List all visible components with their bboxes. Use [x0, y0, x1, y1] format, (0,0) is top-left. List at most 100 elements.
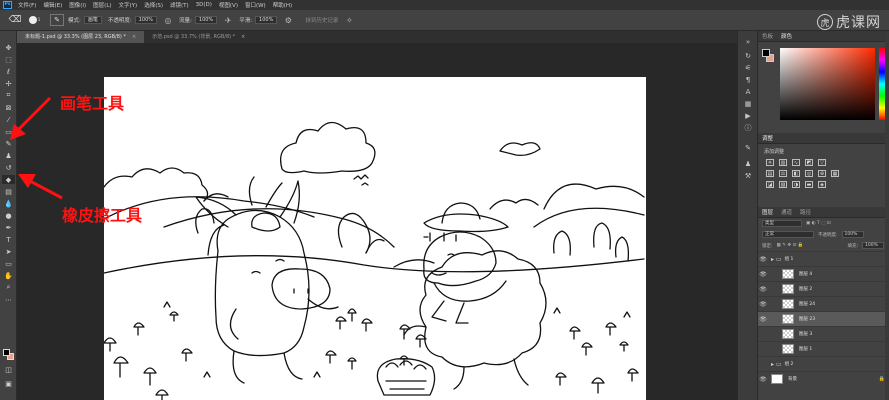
panel-scrollbar[interactable]	[885, 31, 889, 400]
lock-icons[interactable]: ▦ ✎ ✥ ⊡ 🔒	[777, 243, 804, 248]
menu-layer[interactable]: 图层(L)	[93, 1, 111, 9]
folder-icon[interactable]: ▸ ▭	[771, 256, 782, 263]
layer-row[interactable]: 👁 图层 24	[758, 296, 889, 311]
quick-select-tool-icon[interactable]: ✢	[2, 79, 15, 88]
tab-document-2[interactable]: 示范.psd @ 33.7% (背景, RGB/8) * ×	[144, 31, 253, 43]
menu-help[interactable]: 帮助(H)	[273, 1, 292, 9]
history-panel-icon[interactable]: ↻	[742, 51, 754, 60]
actions-panel-icon[interactable]: ▶	[742, 111, 754, 120]
foreground-color-swatch[interactable]	[762, 49, 770, 57]
selective-color-icon[interactable]: ◈	[818, 181, 826, 188]
brush-preset-picker[interactable]: 1	[26, 13, 46, 27]
layer-row[interactable]: 👁 ▸ ▭ 组 1	[758, 251, 889, 266]
marquee-tool-icon[interactable]: ⬚	[2, 55, 15, 64]
mode-select[interactable]: 画笔	[83, 16, 102, 24]
more-tools-icon[interactable]: ⋯	[2, 295, 15, 304]
lasso-tool-icon[interactable]: ℓ	[2, 67, 15, 76]
menu-edit[interactable]: 编辑(E)	[43, 1, 62, 9]
menu-window[interactable]: 窗口(W)	[245, 1, 266, 9]
color-balance-icon[interactable]: ⚖	[779, 170, 787, 177]
color-lookup-icon[interactable]: ▦	[831, 170, 839, 177]
info-panel-icon[interactable]: ⓘ	[742, 123, 754, 132]
hue-saturation-icon[interactable]: ▤	[766, 170, 774, 177]
layer-row[interactable]: 👁 图层 4	[758, 266, 889, 281]
screen-mode-icon[interactable]: ▣	[2, 379, 15, 388]
smoothing-input[interactable]: 100%	[255, 16, 278, 24]
character-panel-icon[interactable]: A	[742, 87, 754, 96]
close-icon[interactable]: ×	[132, 31, 136, 43]
menu-view[interactable]: 视图(V)	[219, 1, 238, 9]
move-tool-icon[interactable]: ✥	[2, 43, 15, 52]
levels-icon[interactable]: ▥	[779, 159, 787, 166]
tab-channels[interactable]: 通道	[781, 208, 792, 216]
menu-type[interactable]: 文字(Y)	[119, 1, 138, 9]
visibility-eye-icon[interactable]: 👁	[758, 271, 768, 278]
menu-filter[interactable]: 滤镜(T)	[170, 1, 189, 9]
path-select-tool-icon[interactable]: ➤	[2, 247, 15, 256]
menu-file[interactable]: 文件(F)	[18, 1, 36, 9]
paragraph-panel-icon[interactable]: ¶	[742, 75, 754, 84]
gradient-tool-icon[interactable]: ▤	[2, 187, 15, 196]
layer-row[interactable]: 图层 1	[758, 341, 889, 356]
exposure-icon[interactable]: ◩	[805, 159, 813, 166]
visibility-eye-icon[interactable]: 👁	[758, 376, 768, 383]
layer-fill-input[interactable]: 100%	[862, 242, 884, 249]
brightness-icon[interactable]: ☀	[766, 159, 774, 166]
vibrance-icon[interactable]: ▽	[818, 159, 826, 166]
visibility-eye-icon[interactable]: 👁	[758, 256, 768, 263]
clone-source-panel-icon[interactable]: ♟	[742, 159, 754, 168]
tab-paths[interactable]: 路径	[800, 208, 811, 216]
layer-row[interactable]: 👁 背景 🔒	[758, 371, 889, 386]
layer-row[interactable]: 👁 图层 23	[758, 311, 889, 326]
posterize-icon[interactable]: ▨	[779, 181, 787, 188]
collapse-panels-icon[interactable]: »	[742, 37, 754, 46]
menu-3d[interactable]: 3D(D)	[196, 2, 212, 8]
erase-to-history-option[interactable]: 抹到历史记录	[305, 16, 338, 24]
dodge-tool-icon[interactable]: ●	[2, 211, 15, 220]
brush-settings-panel-icon[interactable]: ✎	[742, 143, 754, 152]
menu-image[interactable]: 图像(I)	[69, 1, 86, 9]
black-white-icon[interactable]: ◧	[792, 170, 800, 177]
color-picker-field[interactable]	[780, 48, 875, 120]
pressure-opacity-icon[interactable]: ◎	[163, 15, 173, 25]
visibility-eye-icon[interactable]: 👁	[758, 316, 768, 323]
properties-panel-icon[interactable]: ⚟	[742, 63, 754, 72]
eraser-tool-icon[interactable]: ◆	[2, 175, 15, 184]
color-swatches[interactable]	[762, 49, 774, 63]
folder-icon[interactable]: ▸ ▭	[771, 361, 782, 368]
brush-settings-icon[interactable]: ✎	[50, 14, 64, 26]
visibility-eye-icon[interactable]: 👁	[758, 301, 768, 308]
clone-stamp-tool-icon[interactable]: ♟	[2, 151, 15, 160]
gradient-map-icon[interactable]: ▬	[805, 181, 813, 188]
opacity-input[interactable]: 100%	[134, 16, 158, 24]
blur-tool-icon[interactable]: 💧	[2, 199, 15, 208]
pen-tool-icon[interactable]: ✒	[2, 223, 15, 232]
shape-tool-icon[interactable]: ▭	[2, 259, 15, 268]
smoothing-settings-icon[interactable]: ⚙	[283, 15, 293, 25]
pressure-size-icon[interactable]: ✧	[344, 15, 354, 25]
layer-row[interactable]: 👁 图层 2	[758, 281, 889, 296]
zoom-tool-icon[interactable]: ⌕	[2, 283, 15, 292]
menu-select[interactable]: 选择(S)	[144, 1, 163, 9]
invert-icon[interactable]: ◪	[766, 181, 774, 188]
curves-icon[interactable]: ∿	[792, 159, 800, 166]
photo-filter-icon[interactable]: ◎	[805, 170, 813, 177]
tool-presets-panel-icon[interactable]: ⚒	[742, 171, 754, 180]
document-canvas[interactable]	[104, 77, 646, 400]
eraser-icon[interactable]: ⌫	[4, 13, 26, 27]
foreground-color-swatch[interactable]	[3, 349, 10, 356]
tab-color[interactable]: 颜色	[781, 32, 792, 40]
channel-mixer-icon[interactable]: ⊕	[818, 170, 826, 177]
layer-row[interactable]: 图层 3	[758, 326, 889, 341]
type-tool-icon[interactable]: T	[2, 235, 15, 244]
tab-document-1[interactable]: 未标题-1.psd @ 33.3% (图层 23, RGB/8) * ×	[17, 31, 145, 43]
tab-adjustments[interactable]: 调整	[762, 134, 773, 142]
blend-mode-select[interactable]: 正常	[762, 231, 814, 238]
airbrush-icon[interactable]: ✈	[223, 15, 233, 25]
flow-input[interactable]: 100%	[194, 16, 218, 24]
tab-swatches[interactable]: 色板	[762, 32, 773, 40]
layer-filter-select[interactable]: 类型	[762, 220, 802, 227]
layer-opacity-input[interactable]: 100%	[841, 231, 864, 238]
visibility-eye-icon[interactable]: 👁	[758, 286, 768, 293]
close-icon[interactable]: ×	[241, 31, 245, 43]
